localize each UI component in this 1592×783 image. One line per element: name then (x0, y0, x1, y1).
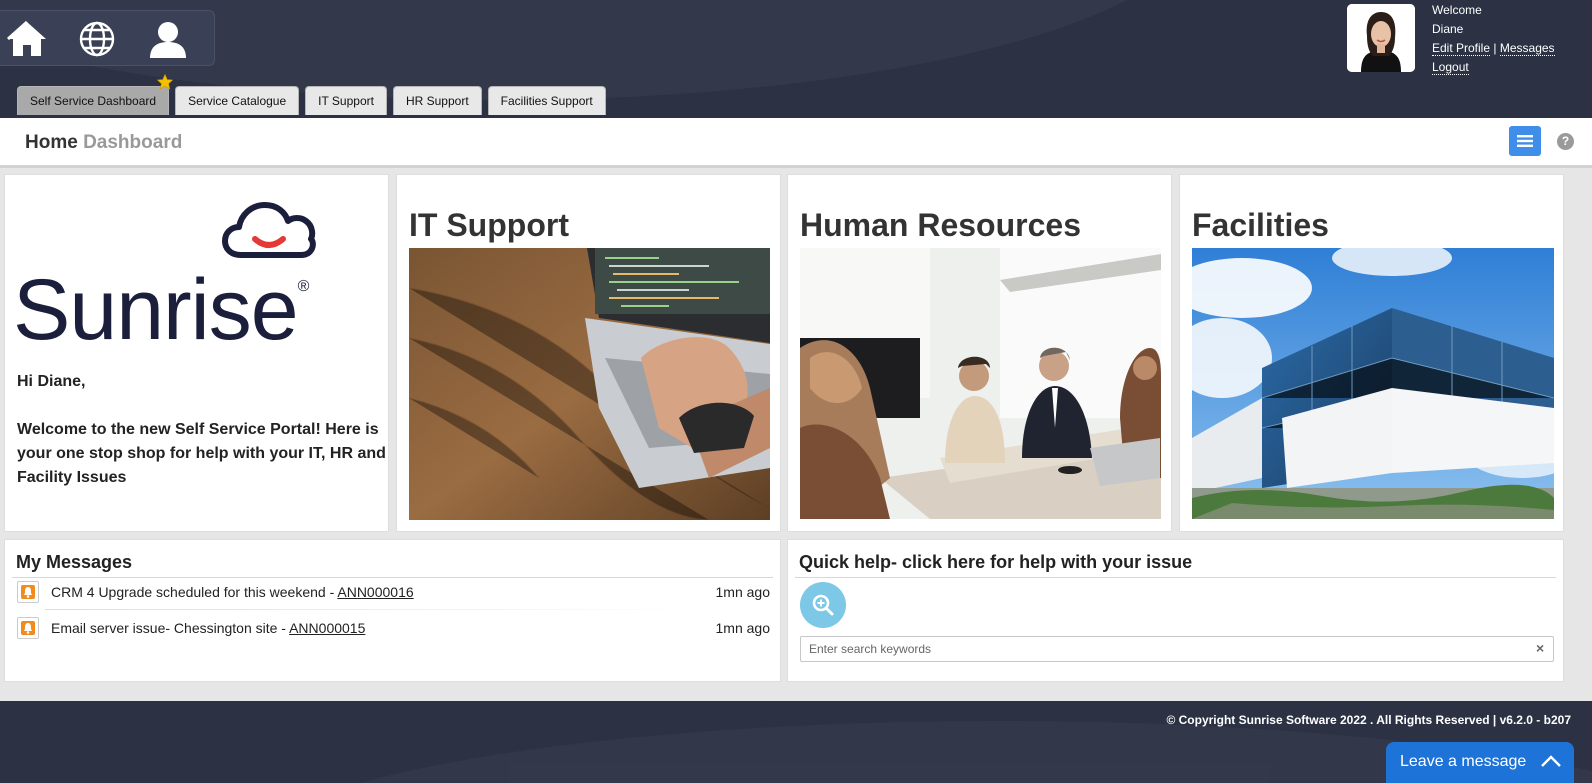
hamburger-icon (1517, 135, 1533, 147)
zoom-in-icon (812, 594, 834, 616)
logout-link[interactable]: Logout (1432, 60, 1469, 75)
quick-nav-bar (0, 10, 215, 66)
footer: © Copyright Sunrise Software 2022 . All … (0, 701, 1592, 783)
announcement-icon (17, 581, 39, 603)
facilities-image (1192, 248, 1554, 519)
divider (795, 577, 1556, 578)
messages-link[interactable]: Messages (1499, 41, 1555, 56)
user-icon[interactable] (146, 17, 190, 61)
welcome-message: Hi Diane, Welcome to the new Self Servic… (17, 370, 387, 514)
sunrise-logo: Sunrise® (13, 199, 335, 358)
registered-mark: ® (297, 278, 310, 295)
tab-facilities-support[interactable]: Facilities Support (487, 86, 606, 115)
leave-message-button[interactable]: Leave a message (1386, 742, 1574, 783)
link-separator: | (1493, 41, 1497, 55)
it-support-image (409, 248, 776, 520)
welcome-greeting-text: Hi Diane, (17, 373, 86, 390)
tab-label: Self Service Dashboard (30, 94, 157, 108)
page-title-bar: Home Dashboard ? (0, 118, 1592, 168)
quick-help-panel: Quick help- click here for help with you… (787, 539, 1564, 682)
welcome-card: Sunrise® Hi Diane, Welcome to the new Se… (4, 174, 389, 532)
tile-facilities[interactable]: Facilities (1179, 174, 1564, 532)
tile-human-resources[interactable]: Human Resources (787, 174, 1172, 532)
welcome-username: Diane (1432, 22, 1464, 36)
edit-profile-link[interactable]: Edit Profile (1432, 41, 1491, 56)
tab-it-support[interactable]: IT Support (305, 86, 387, 115)
message-item[interactable]: Email server issue- Chessington site - A… (17, 617, 770, 639)
tab-hr-support[interactable]: HR Support (392, 86, 482, 115)
message-item[interactable]: CRM 4 Upgrade scheduled for this weekend… (17, 581, 770, 603)
search-button[interactable] (800, 582, 846, 628)
tile-it-support[interactable]: IT Support (396, 174, 781, 532)
message-text: CRM 4 Upgrade scheduled for this weekend… (51, 584, 338, 600)
help-icon[interactable]: ? (1557, 133, 1574, 150)
page-title-sub: Dashboard (83, 132, 183, 153)
favorite-star-icon[interactable] (157, 74, 174, 90)
welcome-greeting: Welcome (1432, 3, 1482, 17)
page-title-main: Home (25, 132, 78, 153)
message-time: 1mn ago (715, 620, 770, 636)
divider (45, 609, 705, 610)
announcement-icon (17, 617, 39, 639)
tab-bar: Self Service Dashboard Service Catalogue… (17, 74, 606, 116)
tile-title: Facilities (1192, 207, 1329, 243)
avatar[interactable] (1347, 4, 1415, 72)
search-input[interactable] (800, 636, 1554, 662)
tab-label: Service Catalogue (188, 94, 287, 108)
tile-title: Human Resources (800, 207, 1081, 243)
leave-message-label: Leave a message (1400, 753, 1527, 770)
message-text: Email server issue- Chessington site - (51, 620, 290, 636)
tab-self-service-dashboard[interactable]: Self Service Dashboard (17, 74, 174, 115)
human-resources-image (800, 248, 1167, 519)
clear-search-icon[interactable]: × (1536, 640, 1544, 656)
chevron-up-icon (1541, 755, 1561, 767)
messages-panel: My Messages CRM 4 Upgrade scheduled for … (4, 539, 781, 682)
profile-links: Edit Profile | Messages (1432, 39, 1555, 58)
quick-help-title[interactable]: Quick help- click here for help with you… (799, 552, 1192, 573)
page-title: Home Dashboard (25, 132, 182, 154)
messages-title: My Messages (16, 552, 133, 572)
message-ref-link[interactable]: ANN000016 (337, 584, 413, 600)
logo-wordmark: Sunrise (13, 262, 299, 358)
tab-label: IT Support (318, 94, 374, 108)
menu-button[interactable] (1509, 126, 1541, 156)
tile-title: IT Support (409, 207, 569, 243)
welcome-body-text: Welcome to the new Self Service Portal! … (17, 421, 386, 486)
message-time: 1mn ago (715, 584, 770, 600)
top-header: Welcome Diane Edit Profile | Messages Lo… (0, 0, 1592, 118)
tab-label: Facilities Support (500, 94, 593, 108)
tab-service-catalogue[interactable]: Service Catalogue (175, 86, 300, 115)
globe-icon[interactable] (75, 17, 119, 61)
tab-label: HR Support (405, 94, 469, 108)
home-icon[interactable] (5, 17, 49, 61)
divider (12, 577, 773, 578)
message-ref-link[interactable]: ANN000015 (289, 620, 365, 636)
copyright-text: © Copyright Sunrise Software 2022 . All … (1166, 713, 1571, 727)
welcome-panel: Welcome Diane Edit Profile | Messages Lo… (1432, 1, 1555, 77)
